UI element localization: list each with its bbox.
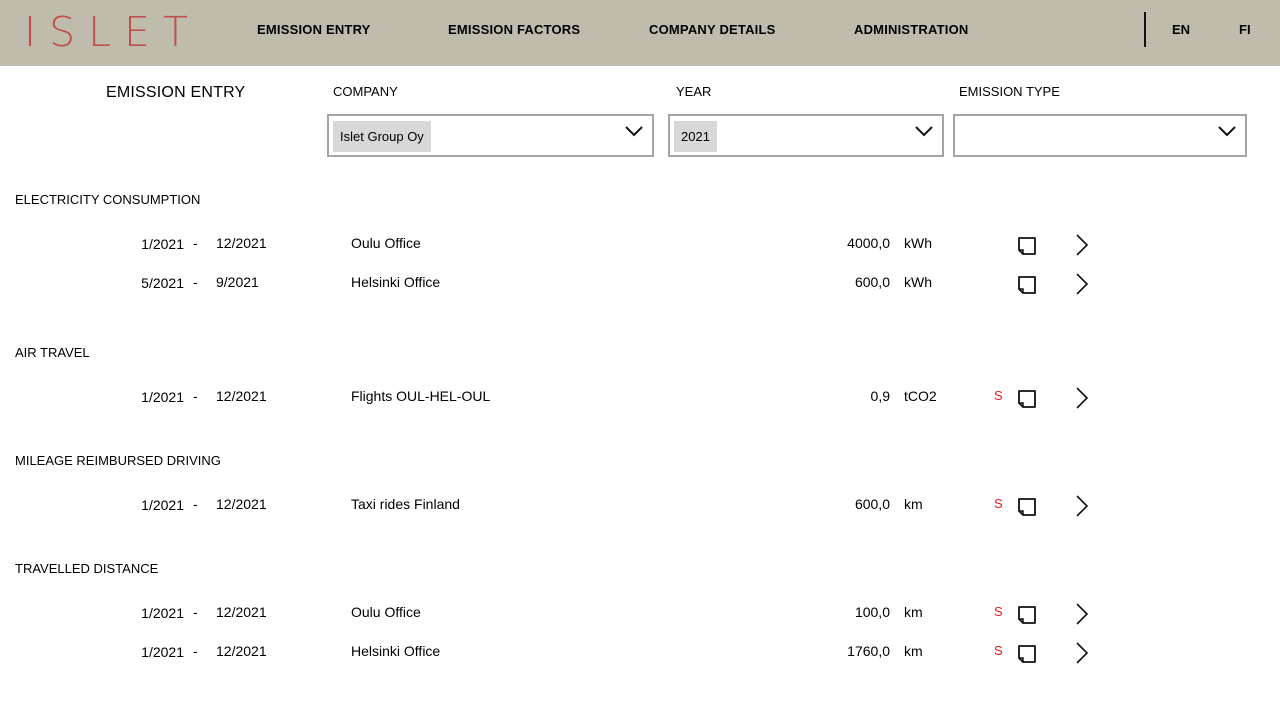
chevron-right-icon[interactable] bbox=[1074, 493, 1090, 519]
period-start: 5/2021 bbox=[141, 275, 184, 291]
company-label: COMPANY bbox=[333, 84, 398, 99]
entry-amount: 0,9 bbox=[870, 388, 890, 404]
entry-amount: 600,0 bbox=[854, 496, 890, 512]
entry-name: Flights OUL-HEL-OUL bbox=[351, 388, 491, 404]
chevron-down-icon bbox=[625, 126, 643, 137]
period-separator: - bbox=[193, 643, 198, 659]
period-end: 12/2021 bbox=[216, 235, 267, 251]
chevron-down-icon bbox=[915, 126, 933, 137]
entry-name: Oulu Office bbox=[351, 604, 421, 620]
entry-amount: 4000,0 bbox=[847, 235, 890, 251]
page-title: EMISSION ENTRY bbox=[106, 84, 246, 101]
nav-company-details[interactable]: COMPANY DETAILS bbox=[649, 22, 776, 37]
chevron-right-icon[interactable] bbox=[1074, 601, 1090, 627]
company-select[interactable]: Islet Group Oy bbox=[327, 114, 654, 157]
section-title: ELECTRICITY CONSUMPTION bbox=[15, 192, 201, 207]
period-start: 1/2021 bbox=[141, 236, 184, 252]
islet-logo[interactable]: ISLET bbox=[24, 8, 201, 56]
company-value: Islet Group Oy bbox=[333, 121, 431, 152]
section-title: MILEAGE REIMBURSED DRIVING bbox=[15, 453, 221, 468]
period-end: 12/2021 bbox=[216, 604, 267, 620]
language-fi[interactable]: FI bbox=[1239, 22, 1251, 37]
note-icon[interactable] bbox=[1017, 644, 1037, 664]
entry-amount: 100,0 bbox=[854, 604, 890, 620]
period-end: 12/2021 bbox=[216, 643, 267, 659]
entry-unit: kWh bbox=[904, 274, 932, 290]
entry-unit: kWh bbox=[904, 235, 932, 251]
entry-amount: 1760,0 bbox=[847, 643, 890, 659]
scope-flag: S bbox=[994, 604, 1003, 619]
period-separator: - bbox=[193, 235, 198, 251]
note-icon[interactable] bbox=[1017, 497, 1037, 517]
top-bar: ISLET EMISSION ENTRY EMISSION FACTORS CO… bbox=[0, 0, 1280, 66]
chevron-right-icon[interactable] bbox=[1074, 640, 1090, 666]
period-separator: - bbox=[193, 274, 198, 290]
period-separator: - bbox=[193, 604, 198, 620]
period-end: 12/2021 bbox=[216, 388, 267, 404]
note-icon[interactable] bbox=[1017, 236, 1037, 256]
period-start: 1/2021 bbox=[141, 497, 184, 513]
entry-unit: km bbox=[904, 604, 923, 620]
entry-unit: km bbox=[904, 496, 923, 512]
entry-name: Oulu Office bbox=[351, 235, 421, 251]
entry-amount: 600,0 bbox=[854, 274, 890, 290]
note-icon[interactable] bbox=[1017, 275, 1037, 295]
entry-name: Helsinki Office bbox=[351, 643, 441, 659]
period-end: 12/2021 bbox=[216, 496, 267, 512]
chevron-right-icon[interactable] bbox=[1074, 232, 1090, 258]
entry-unit: km bbox=[904, 643, 923, 659]
emission-type-select[interactable] bbox=[953, 114, 1247, 157]
emission-type-label: EMISSION TYPE bbox=[959, 84, 1060, 99]
section-title: AIR TRAVEL bbox=[15, 345, 90, 360]
entry-unit: tCO2 bbox=[904, 388, 937, 404]
period-start: 1/2021 bbox=[141, 644, 184, 660]
year-label: YEAR bbox=[676, 84, 712, 99]
period-separator: - bbox=[193, 388, 198, 404]
language-en[interactable]: EN bbox=[1172, 22, 1190, 37]
entry-name: Taxi rides Finland bbox=[351, 496, 460, 512]
period-start: 1/2021 bbox=[141, 389, 184, 405]
year-value: 2021 bbox=[674, 121, 717, 152]
scope-flag: S bbox=[994, 388, 1003, 403]
period-separator: - bbox=[193, 496, 198, 512]
note-icon[interactable] bbox=[1017, 605, 1037, 625]
scope-flag: S bbox=[994, 496, 1003, 511]
period-end: 9/2021 bbox=[216, 274, 259, 290]
nav-administration[interactable]: ADMINISTRATION bbox=[854, 22, 969, 37]
entry-name: Helsinki Office bbox=[351, 274, 441, 290]
chevron-right-icon[interactable] bbox=[1074, 271, 1090, 297]
nav-emission-entry[interactable]: EMISSION ENTRY bbox=[257, 22, 371, 37]
period-start: 1/2021 bbox=[141, 605, 184, 621]
section-title: TRAVELLED DISTANCE bbox=[15, 561, 159, 576]
nav-divider bbox=[1144, 12, 1146, 47]
note-icon[interactable] bbox=[1017, 389, 1037, 409]
chevron-down-icon bbox=[1218, 126, 1236, 137]
year-select[interactable]: 2021 bbox=[668, 114, 944, 157]
nav-emission-factors[interactable]: EMISSION FACTORS bbox=[448, 22, 580, 37]
scope-flag: S bbox=[994, 643, 1003, 658]
chevron-right-icon[interactable] bbox=[1074, 385, 1090, 411]
